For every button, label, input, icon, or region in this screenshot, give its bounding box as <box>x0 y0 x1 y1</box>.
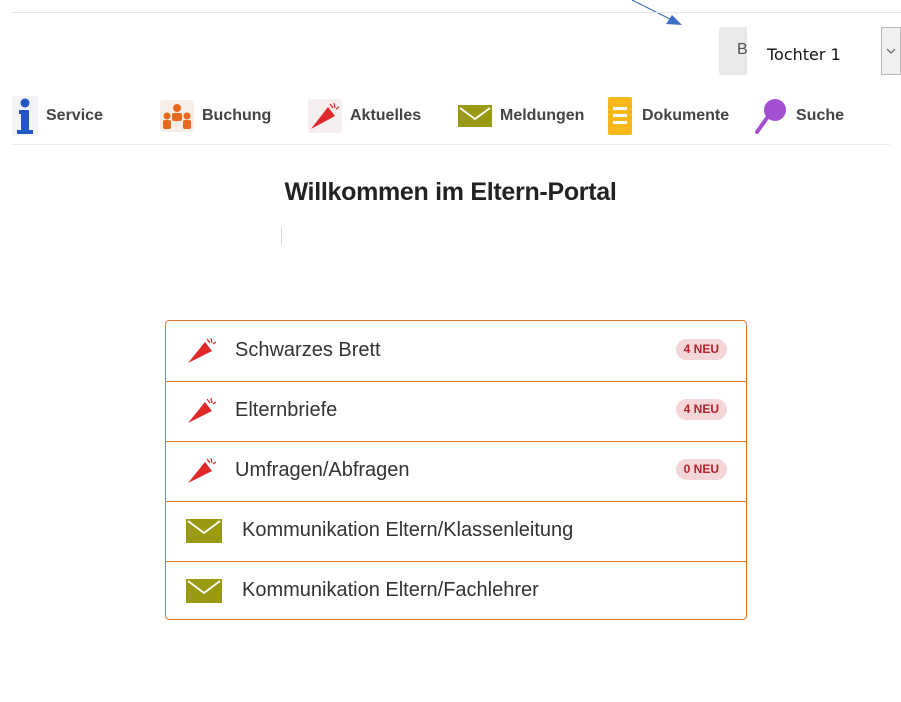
megaphone-icon <box>188 337 217 363</box>
megaphone-icon <box>308 99 342 133</box>
text-cursor <box>281 227 282 245</box>
nav-divider <box>12 144 890 145</box>
document-icon <box>608 97 632 135</box>
chevron-down-icon[interactable] <box>881 27 901 75</box>
row-elternbriefe[interactable]: Elternbriefe 4 NEU <box>166 381 746 442</box>
people-icon <box>160 100 194 132</box>
child-select[interactable]: B Tochter 1 <box>719 27 901 75</box>
row-umfragen[interactable]: Umfragen/Abfragen 0 NEU <box>166 441 746 502</box>
nav-label-suche: Suche <box>796 107 845 124</box>
main-nav: Service Buchung Aktuelles Meldungen Doku… <box>12 92 892 140</box>
row-label: Kommunikation Eltern/Klassenleitung <box>242 519 574 541</box>
nav-label-meldungen: Meldungen <box>500 107 585 124</box>
search-icon <box>755 99 786 134</box>
nav-label-buchung: Buchung <box>202 107 272 124</box>
new-count-badge: 4 NEU <box>675 339 727 360</box>
row-schwarzes-brett[interactable]: Schwarzes Brett 4 NEU <box>166 321 746 382</box>
new-count-badge: 4 NEU <box>675 399 727 420</box>
overview-panel: Schwarzes Brett 4 NEU Elternbriefe 4 NEU… <box>165 320 747 620</box>
nav-item-meldungen[interactable]: Meldungen <box>458 92 584 140</box>
row-kommunikation-klassenleitung[interactable]: Kommunikation Eltern/Klassenleitung <box>166 501 746 562</box>
info-icon <box>12 96 38 136</box>
row-label: Elternbriefe <box>235 399 338 421</box>
nav-item-service[interactable]: Service <box>12 92 103 140</box>
nav-item-dokumente[interactable]: Dokumente <box>606 92 729 140</box>
nav-label-aktuelles: Aktuelles <box>350 107 422 124</box>
envelope-icon <box>186 579 222 603</box>
nav-label-service: Service <box>46 107 103 124</box>
megaphone-icon <box>188 397 217 423</box>
megaphone-icon <box>188 457 217 483</box>
row-label: Schwarzes Brett <box>235 339 381 361</box>
envelope-icon <box>186 519 222 543</box>
child-select-value[interactable]: Tochter 1 <box>747 27 881 75</box>
new-count-badge: 0 NEU <box>675 459 727 480</box>
page-title: Willkommen im Eltern-Portal <box>284 178 617 206</box>
top-divider <box>12 12 901 13</box>
row-label: Umfragen/Abfragen <box>235 459 410 481</box>
row-label: Kommunikation Eltern/Fachlehrer <box>242 579 539 601</box>
nav-label-dokumente: Dokumente <box>642 107 730 124</box>
envelope-icon <box>458 105 492 127</box>
nav-item-suche[interactable]: Suche <box>754 92 844 140</box>
nav-item-aktuelles[interactable]: Aktuelles <box>308 92 421 140</box>
nav-item-buchung[interactable]: Buchung <box>160 92 271 140</box>
row-kommunikation-fachlehrer[interactable]: Kommunikation Eltern/Fachlehrer <box>166 561 746 619</box>
